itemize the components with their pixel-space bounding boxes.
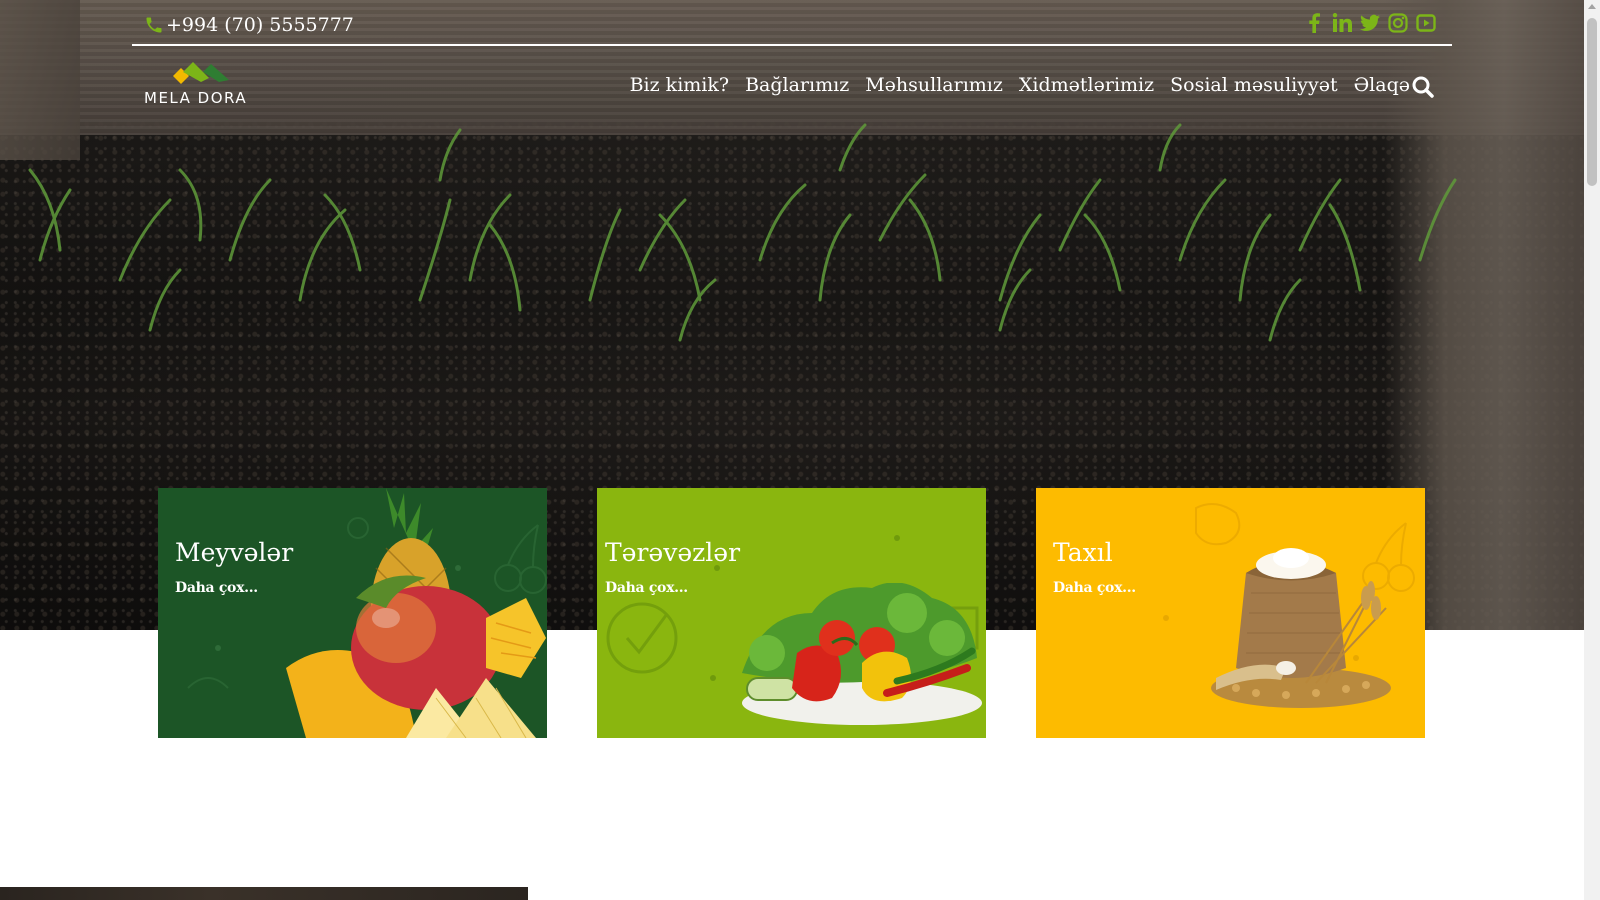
fruits-image xyxy=(286,488,546,738)
phone-icon xyxy=(146,17,162,33)
youtube-icon[interactable] xyxy=(1416,12,1436,34)
instagram-icon[interactable] xyxy=(1388,12,1408,34)
vegetables-image xyxy=(742,583,982,725)
twitter-icon[interactable] xyxy=(1360,12,1380,34)
next-section-image xyxy=(0,887,528,900)
read-more-link[interactable]: Daha çox... xyxy=(1053,580,1136,596)
social-links xyxy=(1304,12,1436,34)
nav-item-services[interactable]: Xidmətlərimiz xyxy=(1019,74,1154,96)
category-card-fruits[interactable]: Meyvələr Daha çox... xyxy=(158,488,547,738)
category-card-grain[interactable]: Taxıl Daha çox... xyxy=(1036,488,1425,738)
read-more-link[interactable]: Daha çox... xyxy=(175,580,258,596)
nav-item-products[interactable]: Məhsullarımız xyxy=(865,74,1003,96)
nav-item-contact[interactable]: Əlaqə xyxy=(1354,74,1410,96)
logo-mark-icon xyxy=(173,62,229,84)
nav-item-about[interactable]: Biz kimik? xyxy=(630,74,729,96)
page-scrollbar[interactable] xyxy=(1584,0,1600,900)
scroll-up-icon[interactable] xyxy=(1588,4,1596,9)
logo-wordmark: MELA DORA xyxy=(144,89,248,107)
phone-contact[interactable]: +994 (70) 5555777 xyxy=(144,14,354,36)
category-card-vegetables[interactable]: Tərəvəzlər Daha çox... xyxy=(597,488,986,738)
category-title: Taxıl xyxy=(1053,538,1113,567)
header-divider xyxy=(132,44,1452,46)
linkedin-icon[interactable] xyxy=(1332,12,1352,34)
top-bar: +994 (70) 5555777 xyxy=(132,8,1452,46)
main-navigation: Biz kimik? Bağlarımız Məhsullarımız Xidm… xyxy=(630,74,1410,96)
scrollbar-thumb[interactable] xyxy=(1587,18,1597,186)
grain-sack-image xyxy=(1211,548,1391,708)
phone-number: +994 (70) 5555777 xyxy=(166,14,354,36)
site-logo[interactable]: MELA DORA xyxy=(144,60,264,110)
nav-item-gardens[interactable]: Bağlarımız xyxy=(745,74,849,96)
read-more-link[interactable]: Daha çox... xyxy=(605,580,688,596)
facebook-icon[interactable] xyxy=(1304,12,1324,34)
search-icon[interactable] xyxy=(1411,75,1435,99)
category-title: Meyvələr xyxy=(175,538,294,567)
category-title: Tərəvəzlər xyxy=(605,538,741,567)
nav-item-social-responsibility[interactable]: Sosial məsuliyyət xyxy=(1170,74,1337,96)
